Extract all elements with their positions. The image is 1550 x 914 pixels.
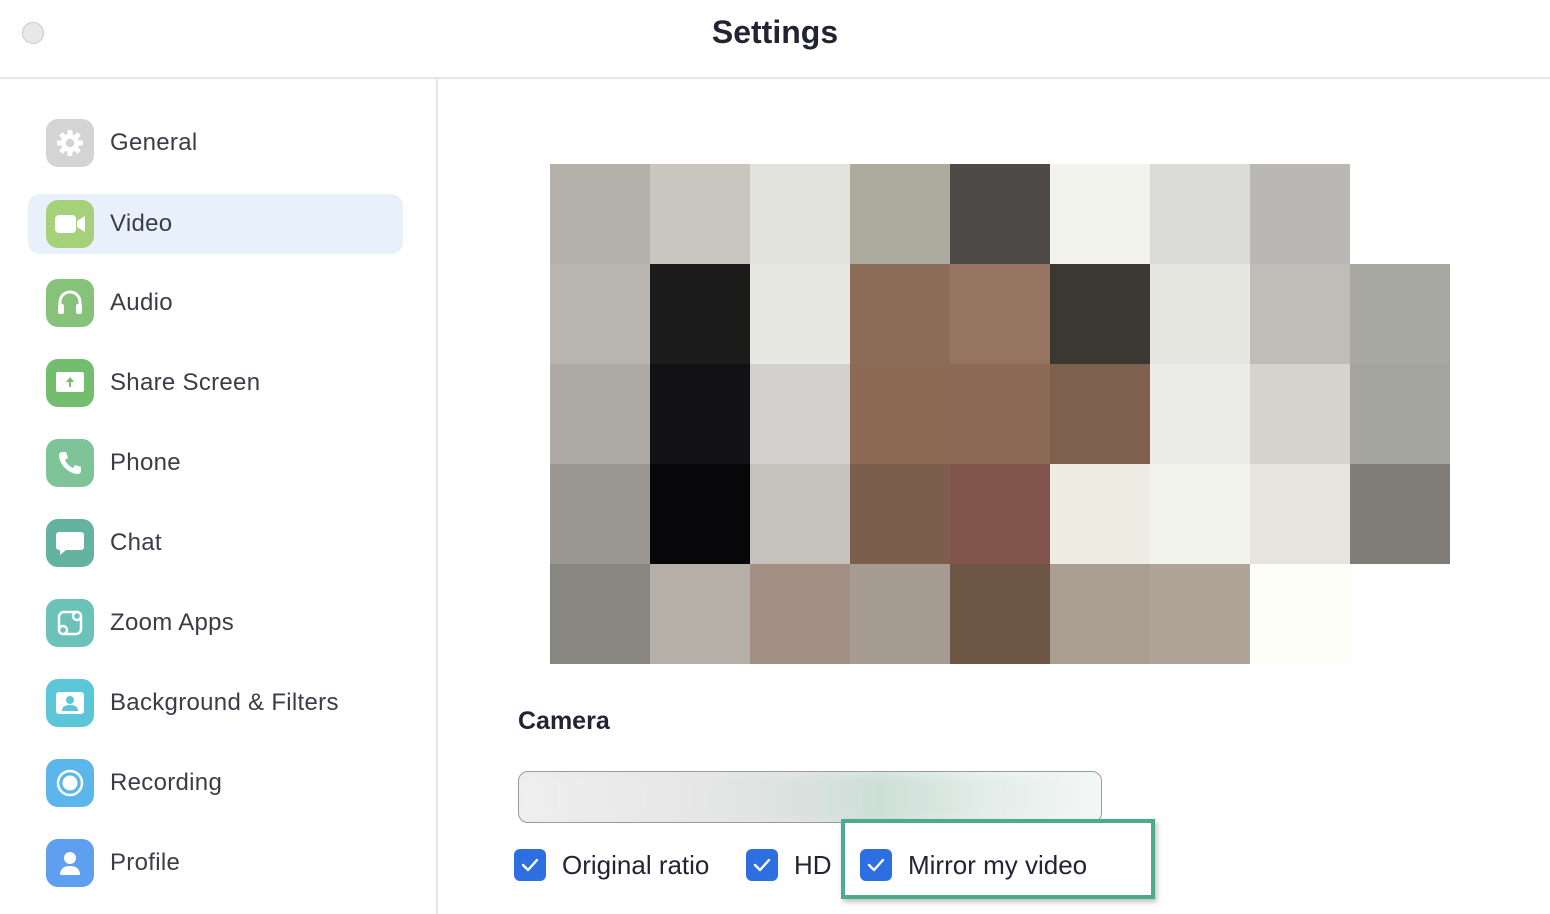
camera-select-blurred-value (519, 776, 1101, 820)
video-preview-pixel (850, 564, 950, 664)
video-preview-pixel (1350, 264, 1450, 364)
camera-section-label: Camera (518, 707, 610, 735)
video-preview-pixel (1350, 564, 1450, 664)
chat-bubble-icon (46, 519, 94, 567)
checkmark-icon (867, 858, 885, 872)
video-preview-pixel (1150, 364, 1250, 464)
sidebar-item-background-filters[interactable]: Background & Filters (28, 673, 403, 733)
sidebar-item-label: Background & Filters (110, 689, 339, 716)
mirror-my-video-option[interactable]: Mirror my video (860, 849, 1087, 881)
sidebar-item-recording[interactable]: Recording (28, 753, 403, 813)
settings-window: Settings General Video Audio Share Scree… (0, 0, 1550, 914)
background-person-icon (46, 679, 94, 727)
sidebar-item-label: Profile (110, 849, 181, 876)
video-preview-pixel (650, 464, 750, 564)
original-ratio-label: Original ratio (562, 849, 710, 880)
video-preview-pixel (650, 564, 750, 664)
sidebar-item-phone[interactable]: Phone (28, 433, 403, 493)
sidebar-item-video[interactable]: Video (28, 194, 403, 254)
sidebar-item-label: Audio (110, 289, 173, 316)
sidebar-item-label: Share Screen (110, 369, 261, 396)
video-preview-pixel (550, 564, 650, 664)
share-screen-icon (46, 359, 94, 407)
video-camera-icon (46, 200, 94, 248)
headphones-icon (46, 279, 94, 327)
sidebar-item-chat[interactable]: Chat (28, 513, 403, 573)
video-preview-pixel (550, 264, 650, 364)
checkmark-icon (521, 858, 539, 872)
sidebar-item-label: Zoom Apps (110, 609, 235, 636)
hd-option[interactable]: HD (746, 849, 832, 881)
phone-icon (46, 439, 94, 487)
video-preview-pixel (1250, 164, 1350, 264)
video-preview-pixel (1350, 364, 1450, 464)
hd-checkbox[interactable] (746, 849, 778, 881)
video-preview-pixel (750, 164, 850, 264)
video-preview-pixel (750, 564, 850, 664)
sidebar-item-zoom-apps[interactable]: Zoom Apps (28, 593, 403, 653)
video-preview-pixel (1050, 364, 1150, 464)
video-preview-pixel (650, 164, 750, 264)
video-preview-pixel (1250, 264, 1350, 364)
sidebar-item-label: Video (110, 210, 173, 237)
video-preview-pixel (850, 364, 950, 464)
video-preview-pixel (750, 464, 850, 564)
video-preview-pixel (1150, 464, 1250, 564)
video-preview-pixel (750, 264, 850, 364)
video-preview-pixel (550, 364, 650, 464)
sidebar-item-general[interactable]: General (28, 113, 403, 173)
video-preview (550, 164, 1450, 664)
video-preview-pixel (950, 264, 1050, 364)
video-preview-pixel (850, 164, 950, 264)
sidebar-item-label: Recording (110, 769, 223, 796)
video-preview-pixel (1250, 464, 1350, 564)
gear-icon (46, 119, 94, 167)
window-title: Settings (711, 14, 839, 50)
video-preview-pixel (1250, 564, 1350, 664)
sidebar-item-label: General (110, 129, 198, 156)
sidebar-item-share-screen[interactable]: Share Screen (28, 353, 403, 413)
video-preview-pixel (650, 364, 750, 464)
video-preview-pixel (1150, 164, 1250, 264)
sidebar-item-profile[interactable]: Profile (28, 833, 403, 893)
video-preview-pixel (1050, 164, 1150, 264)
video-preview-pixel (950, 164, 1050, 264)
original-ratio-option[interactable]: Original ratio (514, 849, 709, 881)
checkmark-icon (753, 858, 771, 872)
title-bar: Settings (0, 0, 1550, 79)
original-ratio-checkbox[interactable] (514, 849, 546, 881)
video-preview-pixel (1050, 564, 1150, 664)
video-preview-pixel (550, 464, 650, 564)
video-preview-pixel (1050, 264, 1150, 364)
video-preview-pixel (1350, 464, 1450, 564)
profile-icon (46, 839, 94, 887)
video-preview-pixel (650, 264, 750, 364)
video-preview-pixel (950, 364, 1050, 464)
hd-label: HD (794, 849, 832, 880)
mirror-my-video-checkbox[interactable] (860, 849, 892, 881)
video-settings-panel: Camera Original ratio HD Mirror my video (438, 79, 1550, 914)
sidebar-item-label: Phone (110, 449, 181, 476)
video-preview-pixel (1250, 364, 1350, 464)
video-preview-pixel (550, 164, 650, 264)
video-preview-pixel (750, 364, 850, 464)
video-preview-pixel (850, 264, 950, 364)
mirror-my-video-label: Mirror my video (908, 849, 1088, 880)
settings-sidebar: General Video Audio Share Screen Phone C… (0, 79, 438, 914)
video-preview-pixel (950, 564, 1050, 664)
video-preview-pixel (1050, 464, 1150, 564)
sidebar-item-audio[interactable]: Audio (28, 273, 403, 333)
video-preview-pixel (1150, 264, 1250, 364)
record-icon (46, 759, 94, 807)
apps-icon (46, 599, 94, 647)
video-preview-pixel (850, 464, 950, 564)
sidebar-item-label: Chat (110, 529, 162, 556)
camera-select-dropdown[interactable] (518, 771, 1102, 823)
video-preview-pixel (1150, 564, 1250, 664)
video-preview-pixel (950, 464, 1050, 564)
